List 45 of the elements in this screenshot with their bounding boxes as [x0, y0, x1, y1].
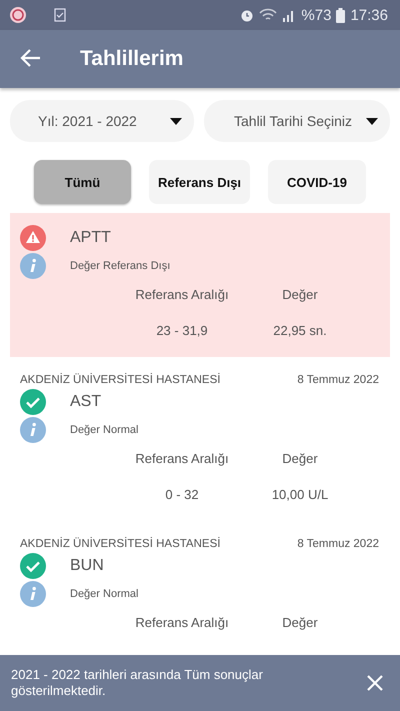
result-value: 10,00 U/L — [270, 486, 330, 502]
close-icon — [366, 674, 384, 692]
result-card[interactable]: APTT Değer Referans Dışı Referans Aralığı Değer 23 - 31,9 22,95 sn. — [10, 213, 390, 357]
result-value: 22,95 sn. — [272, 322, 328, 338]
column-label: Değer — [281, 450, 319, 466]
check-icon — [20, 389, 46, 415]
column-label: Referans Aralığı — [134, 614, 230, 630]
clock-time: 17:36 — [350, 6, 388, 24]
column-label: Değer — [281, 286, 319, 302]
test-name: APTT — [70, 229, 111, 247]
result-date: 8 Temmuz 2022 — [297, 538, 379, 550]
reference-range: 0 - 32 — [164, 486, 200, 502]
back-arrow-icon — [20, 47, 42, 69]
wifi-icon — [259, 8, 278, 22]
info-icon — [20, 581, 46, 607]
filter-tab[interactable]: COVID-19 — [268, 160, 366, 204]
dropdown-caret-icon — [366, 118, 378, 124]
test-name: AST — [70, 393, 102, 411]
dropdown-field[interactable]: Yıl: 2021 - 2022 — [10, 100, 194, 142]
column-label: Değer — [281, 614, 319, 630]
dropdown-field[interactable]: Tahlil Tarihi Seçiniz — [204, 100, 390, 142]
snackbar-message: 2021 - 2022 tarihleri arasında Tüm sonuçlar gösterilmektedir. — [11, 667, 264, 699]
info-icon — [20, 253, 46, 279]
result-note: Değer Normal — [70, 424, 138, 436]
clipboard-check-icon — [54, 8, 66, 22]
column-label: Referans Aralığı — [134, 286, 230, 302]
filter-tab[interactable]: Referans Dışı — [149, 160, 250, 204]
hospital-name: AKDENİZ ÜNİVERSİTESİ HASTANESİ — [20, 374, 220, 386]
hospital-name: AKDENİZ ÜNİVERSİTESİ HASTANESİ — [20, 538, 220, 550]
page-title: Tahlillerim — [80, 47, 184, 71]
check-icon — [20, 553, 46, 579]
result-note: Değer Referans Dışı — [70, 260, 170, 272]
warning-icon — [20, 225, 46, 251]
dropdown-caret-icon — [170, 118, 182, 124]
column-label: Referans Aralığı — [134, 450, 230, 466]
filter-tab[interactable]: Tümü — [34, 160, 131, 204]
battery-percent: %73 — [301, 6, 332, 24]
alarm-icon — [240, 8, 254, 22]
reference-range: 23 - 31,9 — [155, 322, 209, 338]
result-note: Değer Normal — [70, 588, 138, 600]
battery-icon — [336, 8, 346, 22]
app-badge-icon — [10, 7, 26, 23]
info-icon — [20, 417, 46, 443]
result-date: 8 Temmuz 2022 — [297, 374, 379, 386]
test-name: BUN — [70, 557, 104, 575]
